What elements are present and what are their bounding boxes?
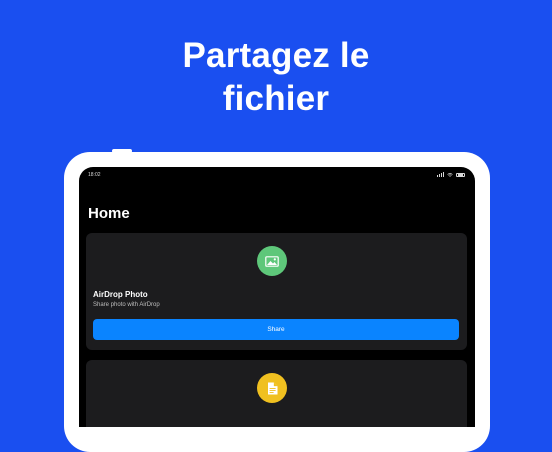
status-bar: 18:02 [88,172,465,180]
cellular-signal-icon [437,172,444,177]
status-icons [437,172,465,177]
wifi-icon [447,172,453,177]
card-subtitle: Share photo with AirDrop [93,302,160,308]
app-screen: 18:02 Home AirDrop Photo Share photo wit… [79,167,475,427]
headline-line-1: Partagez le [182,36,370,75]
page-title: Home [88,205,130,222]
airdrop-photo-card: AirDrop Photo Share photo with AirDrop S… [86,233,467,350]
photo-icon [257,246,287,276]
document-icon [257,373,287,403]
battery-icon [456,172,465,177]
status-time: 18:02 [88,172,101,178]
card-title: AirDrop Photo [93,290,148,299]
share-file-card [86,360,467,427]
headline-line-2: fichier [222,79,330,118]
share-button[interactable]: Share [93,319,459,340]
promo-headline: Partagez le fichier [0,34,552,120]
